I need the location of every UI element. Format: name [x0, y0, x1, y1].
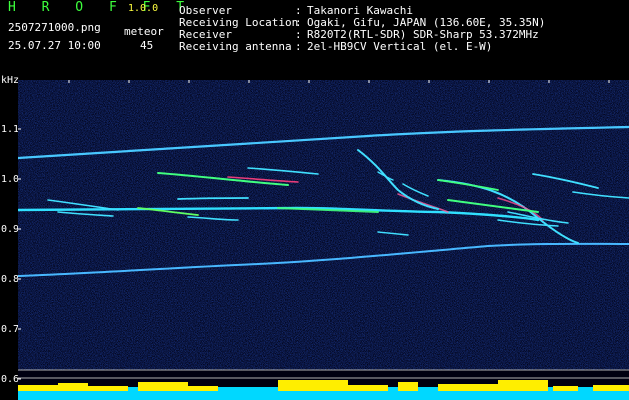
y-tick: 0.8 [1, 274, 20, 285]
file-name: 2507271000.png [8, 21, 101, 34]
y-tick: 0.9 [1, 224, 20, 235]
spectrogram [18, 80, 629, 400]
y-tick: 1.0 [1, 174, 20, 185]
meteor-label: meteor [124, 25, 164, 38]
y-axis-unit: kHz [1, 75, 20, 86]
y-tick: 0.7 [1, 324, 20, 335]
info-key-antenna: Receiving antenna [179, 40, 292, 53]
meteor-count: 45 [140, 39, 154, 52]
hroft-window: H R O F F T 1.0.0 2507271000.png meteor … [0, 0, 629, 400]
datetime: 25.07.27 10:00 [8, 39, 101, 52]
info-colon: : [295, 40, 302, 53]
info-value-antenna: 2el-HB9CV Vertical (el. E-W) [307, 40, 493, 53]
y-tick: 0.6 [1, 374, 20, 385]
y-tick: 1.1 [1, 124, 20, 135]
app-version: 1.0.0 [128, 3, 159, 14]
app-logo: H R O F F T [8, 0, 194, 15]
